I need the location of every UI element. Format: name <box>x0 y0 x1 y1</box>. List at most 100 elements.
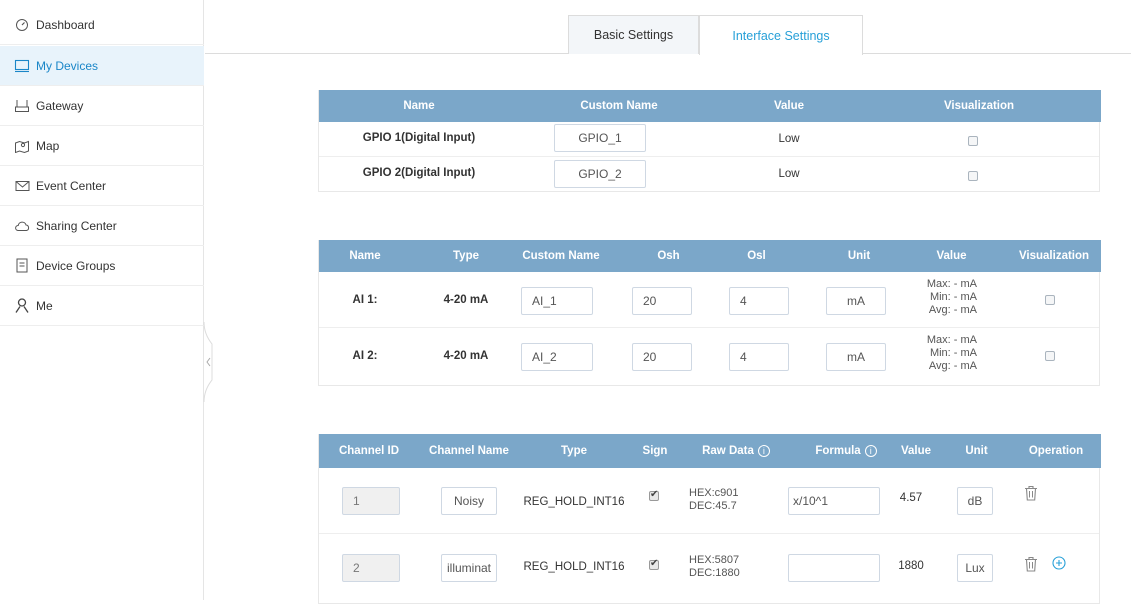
sidebar-item-event-center[interactable]: Event Center <box>0 166 204 206</box>
formula-input[interactable] <box>788 554 880 582</box>
table-row: 1 Noisy REG_HOLD_INT16 HEX:c901 DEC:45.7… <box>319 468 1099 534</box>
column-header: Value <box>773 100 805 112</box>
column-header: Channel ID <box>338 445 400 457</box>
visualization-checkbox[interactable] <box>968 171 978 181</box>
visualization-checkbox[interactable] <box>1045 351 1055 361</box>
custom-name-input[interactable]: GPIO_1 <box>554 124 646 152</box>
raw-data: HEX:5807 DEC:1880 <box>689 554 757 580</box>
sidebar-item-label: Me <box>36 298 53 313</box>
info-icon[interactable]: i <box>864 445 877 457</box>
document-icon <box>14 258 30 274</box>
sign-checkbox[interactable] <box>649 489 659 501</box>
sign-checkbox[interactable] <box>649 558 659 570</box>
formula-input[interactable]: x/10^1 <box>788 487 880 515</box>
sidebar-item-label: Device Groups <box>36 258 116 273</box>
ai-value-stats: Max: - mA Min: - mA Avg: - mA <box>911 278 977 317</box>
user-icon <box>14 298 30 314</box>
trash-icon[interactable] <box>1024 556 1038 575</box>
max-value: Max: - mA <box>926 278 977 290</box>
sidebar-item-my-devices[interactable]: My Devices <box>0 46 204 86</box>
raw-data: HEX:c901 DEC:45.7 <box>689 487 757 513</box>
custom-name-input[interactable]: GPIO_2 <box>554 160 646 188</box>
column-header: Osl <box>747 250 766 262</box>
unit-input[interactable]: Lux <box>957 554 993 582</box>
min-value: Min: - mA <box>929 291 977 303</box>
column-header: Custom Name <box>522 250 600 262</box>
custom-name-input[interactable]: AI_2 <box>521 343 593 371</box>
sidebar-item-gateway[interactable]: Gateway <box>0 86 204 126</box>
column-header: Sign <box>642 445 668 457</box>
visualization-checkbox[interactable] <box>968 136 978 146</box>
column-header: Unit <box>847 250 871 262</box>
sidebar-item-label: My Devices <box>36 58 99 73</box>
column-header: Name <box>403 100 435 112</box>
channel-type: REG_HOLD_INT16 <box>523 561 625 573</box>
ai-name: AI 2: <box>352 350 378 362</box>
gpio-value: Low <box>778 133 800 145</box>
channel-value: 1880 <box>898 560 924 572</box>
cloud-icon <box>14 218 30 234</box>
sidebar-collapse-handle[interactable] <box>200 321 214 403</box>
dashboard-icon <box>14 17 30 33</box>
visualization-checkbox[interactable] <box>1045 295 1055 305</box>
ai-type: 4-20 mA <box>443 350 489 362</box>
sidebar-item-label: Event Center <box>36 178 107 193</box>
gpio-name: GPIO 1(Digital Input) <box>362 132 476 144</box>
raw-dec: DEC:45.7 <box>689 500 737 512</box>
trash-icon[interactable] <box>1024 485 1038 504</box>
channel-name-input[interactable]: Noisy <box>441 487 497 515</box>
column-header: Type <box>453 250 479 262</box>
osh-input[interactable]: 20 <box>632 287 692 315</box>
column-header: Value <box>936 250 967 262</box>
unit-input[interactable]: mA <box>826 287 886 315</box>
table-row: AI 1: 4-20 mA AI_1 20 4 mA Max: - mA Min… <box>319 272 1099 328</box>
column-header-label: Raw Data <box>702 445 754 457</box>
column-header: Unit <box>965 445 988 457</box>
osl-input[interactable]: 4 <box>729 287 789 315</box>
devices-icon <box>14 58 30 74</box>
channel-id-input[interactable]: 2 <box>342 554 400 582</box>
gpio-table: Name Custom Name Value Visualization GPI… <box>318 90 1101 192</box>
tab-basic-settings[interactable]: Basic Settings <box>568 15 699 54</box>
unit-input[interactable]: dB <box>957 487 993 515</box>
column-header: Operation <box>1028 445 1084 457</box>
channel-name-input[interactable]: illuminat <box>441 554 497 582</box>
raw-hex: HEX:5807 <box>689 554 740 566</box>
sidebar-item-label: Dashboard <box>36 17 95 32</box>
max-value: Max: - mA <box>926 334 977 346</box>
column-header: Value <box>900 445 932 457</box>
table-header: Name Type Custom Name Osh Osl Unit Value… <box>319 240 1101 272</box>
channel-value: 4.57 <box>899 492 923 504</box>
osh-input[interactable]: 20 <box>632 343 692 371</box>
column-header: Type <box>561 445 587 457</box>
mail-icon <box>14 178 30 194</box>
channel-id-input[interactable]: 1 <box>342 487 400 515</box>
column-header: Visualization <box>943 100 1015 112</box>
channel-type: REG_HOLD_INT16 <box>523 496 625 508</box>
column-header-raw-data: Raw Data i <box>681 434 791 468</box>
sidebar-item-label: Sharing Center <box>36 218 117 233</box>
gpio-name: GPIO 2(Digital Input) <box>362 167 476 179</box>
sidebar-item-dashboard[interactable]: Dashboard <box>0 5 204 45</box>
add-channel-icon[interactable] <box>1052 556 1066 573</box>
sidebar-item-sharing-center[interactable]: Sharing Center <box>0 206 204 246</box>
custom-name-input[interactable]: AI_1 <box>521 287 593 315</box>
osl-input[interactable]: 4 <box>729 343 789 371</box>
sidebar-item-map[interactable]: Map <box>0 126 204 166</box>
ai-value-stats: Max: - mA Min: - mA Avg: - mA <box>911 334 977 373</box>
table-header: Name Custom Name Value Visualization <box>319 90 1101 122</box>
info-icon[interactable]: i <box>757 445 770 457</box>
table-row: 2 illuminat REG_HOLD_INT16 HEX:5807 DEC:… <box>319 534 1099 604</box>
column-header: Custom Name <box>580 100 658 112</box>
sidebar-item-me[interactable]: Me <box>0 286 204 326</box>
unit-input[interactable]: mA <box>826 343 886 371</box>
gpio-value: Low <box>778 168 800 180</box>
sidebar: Dashboard My Devices Gateway Map Event C… <box>0 0 204 600</box>
map-icon <box>14 138 30 154</box>
min-value: Min: - mA <box>929 347 977 359</box>
gateway-icon <box>14 98 30 114</box>
column-header: Name <box>349 250 381 262</box>
sidebar-item-device-groups[interactable]: Device Groups <box>0 246 204 286</box>
column-header-formula: Formula i <box>791 434 901 468</box>
tab-interface-settings[interactable]: Interface Settings <box>699 15 863 55</box>
